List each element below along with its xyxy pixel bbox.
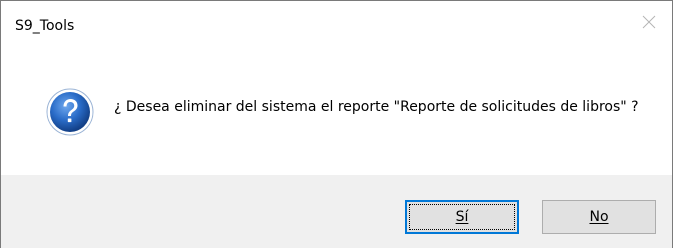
no-button[interactable]: No	[542, 200, 656, 234]
title-bar[interactable]: S9_Tools	[1, 1, 672, 41]
message-dialog: S9_Tools ¿ Desea eliminar del sistema el…	[0, 0, 673, 248]
window-title: S9_Tools	[15, 18, 75, 34]
no-button-label: No	[589, 209, 609, 225]
message-text: ¿ Desea eliminar del sistema el reporte …	[114, 99, 639, 115]
yes-button-label: Sí	[455, 209, 469, 225]
question-icon	[45, 87, 95, 137]
close-icon	[642, 15, 656, 29]
close-button[interactable]	[628, 1, 672, 41]
dialog-content: ¿ Desea eliminar del sistema el reporte …	[1, 41, 672, 175]
button-bar: Sí No	[1, 175, 672, 248]
yes-button[interactable]: Sí	[405, 200, 519, 234]
